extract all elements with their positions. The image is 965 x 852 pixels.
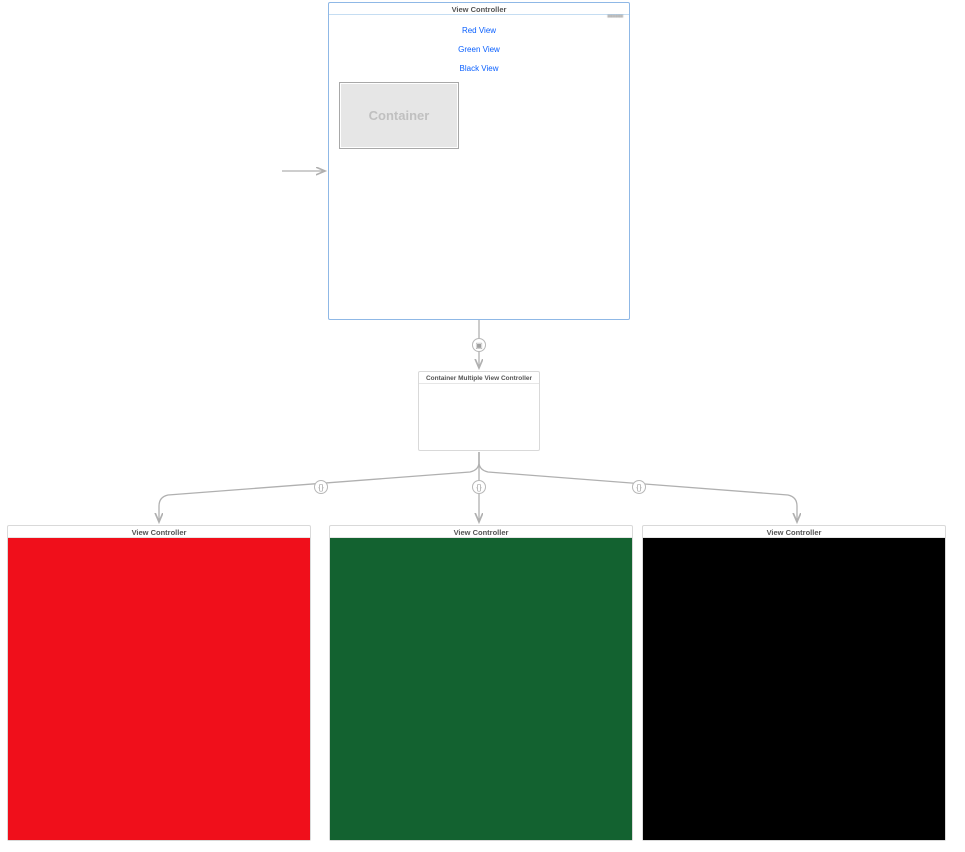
container-view[interactable]: Container [339, 82, 459, 149]
black-view-controller-scene[interactable]: View Controller [642, 525, 946, 841]
scene-title: View Controller [329, 3, 629, 15]
main-view-controller-scene[interactable]: View Controller ====== Red View Green Vi… [328, 2, 630, 320]
scene-title: View Controller [330, 526, 632, 538]
main-scene-body: Red View Green View Black View Container [329, 15, 629, 319]
red-view-controller-scene[interactable]: View Controller [7, 525, 311, 841]
container-multiple-body [419, 384, 539, 450]
red-view [8, 538, 310, 840]
custom-segue-icon[interactable]: {} [314, 480, 328, 494]
scene-title: View Controller [8, 526, 310, 538]
container-multiple-view-controller-scene[interactable]: Container Multiple View Controller [418, 371, 540, 451]
custom-segue-icon[interactable]: {} [632, 480, 646, 494]
black-view [643, 538, 945, 840]
black-view-button[interactable]: Black View [419, 59, 539, 78]
embed-segue-icon[interactable]: ▣ [472, 338, 486, 352]
custom-segue-icon[interactable]: {} [472, 480, 486, 494]
red-view-button[interactable]: Red View [419, 21, 539, 40]
embed-icon: ▣ [475, 341, 483, 350]
storyboard-canvas: View Controller ====== Red View Green Vi… [0, 0, 965, 852]
custom-icon: {} [318, 483, 323, 492]
green-view [330, 538, 632, 840]
container-view-label: Container [369, 108, 430, 123]
green-view-button[interactable]: Green View [419, 40, 539, 59]
scene-title: Container Multiple View Controller [419, 372, 539, 384]
green-view-controller-scene[interactable]: View Controller [329, 525, 633, 841]
custom-icon: {} [476, 483, 481, 492]
custom-icon: {} [636, 483, 641, 492]
scene-title: View Controller [643, 526, 945, 538]
